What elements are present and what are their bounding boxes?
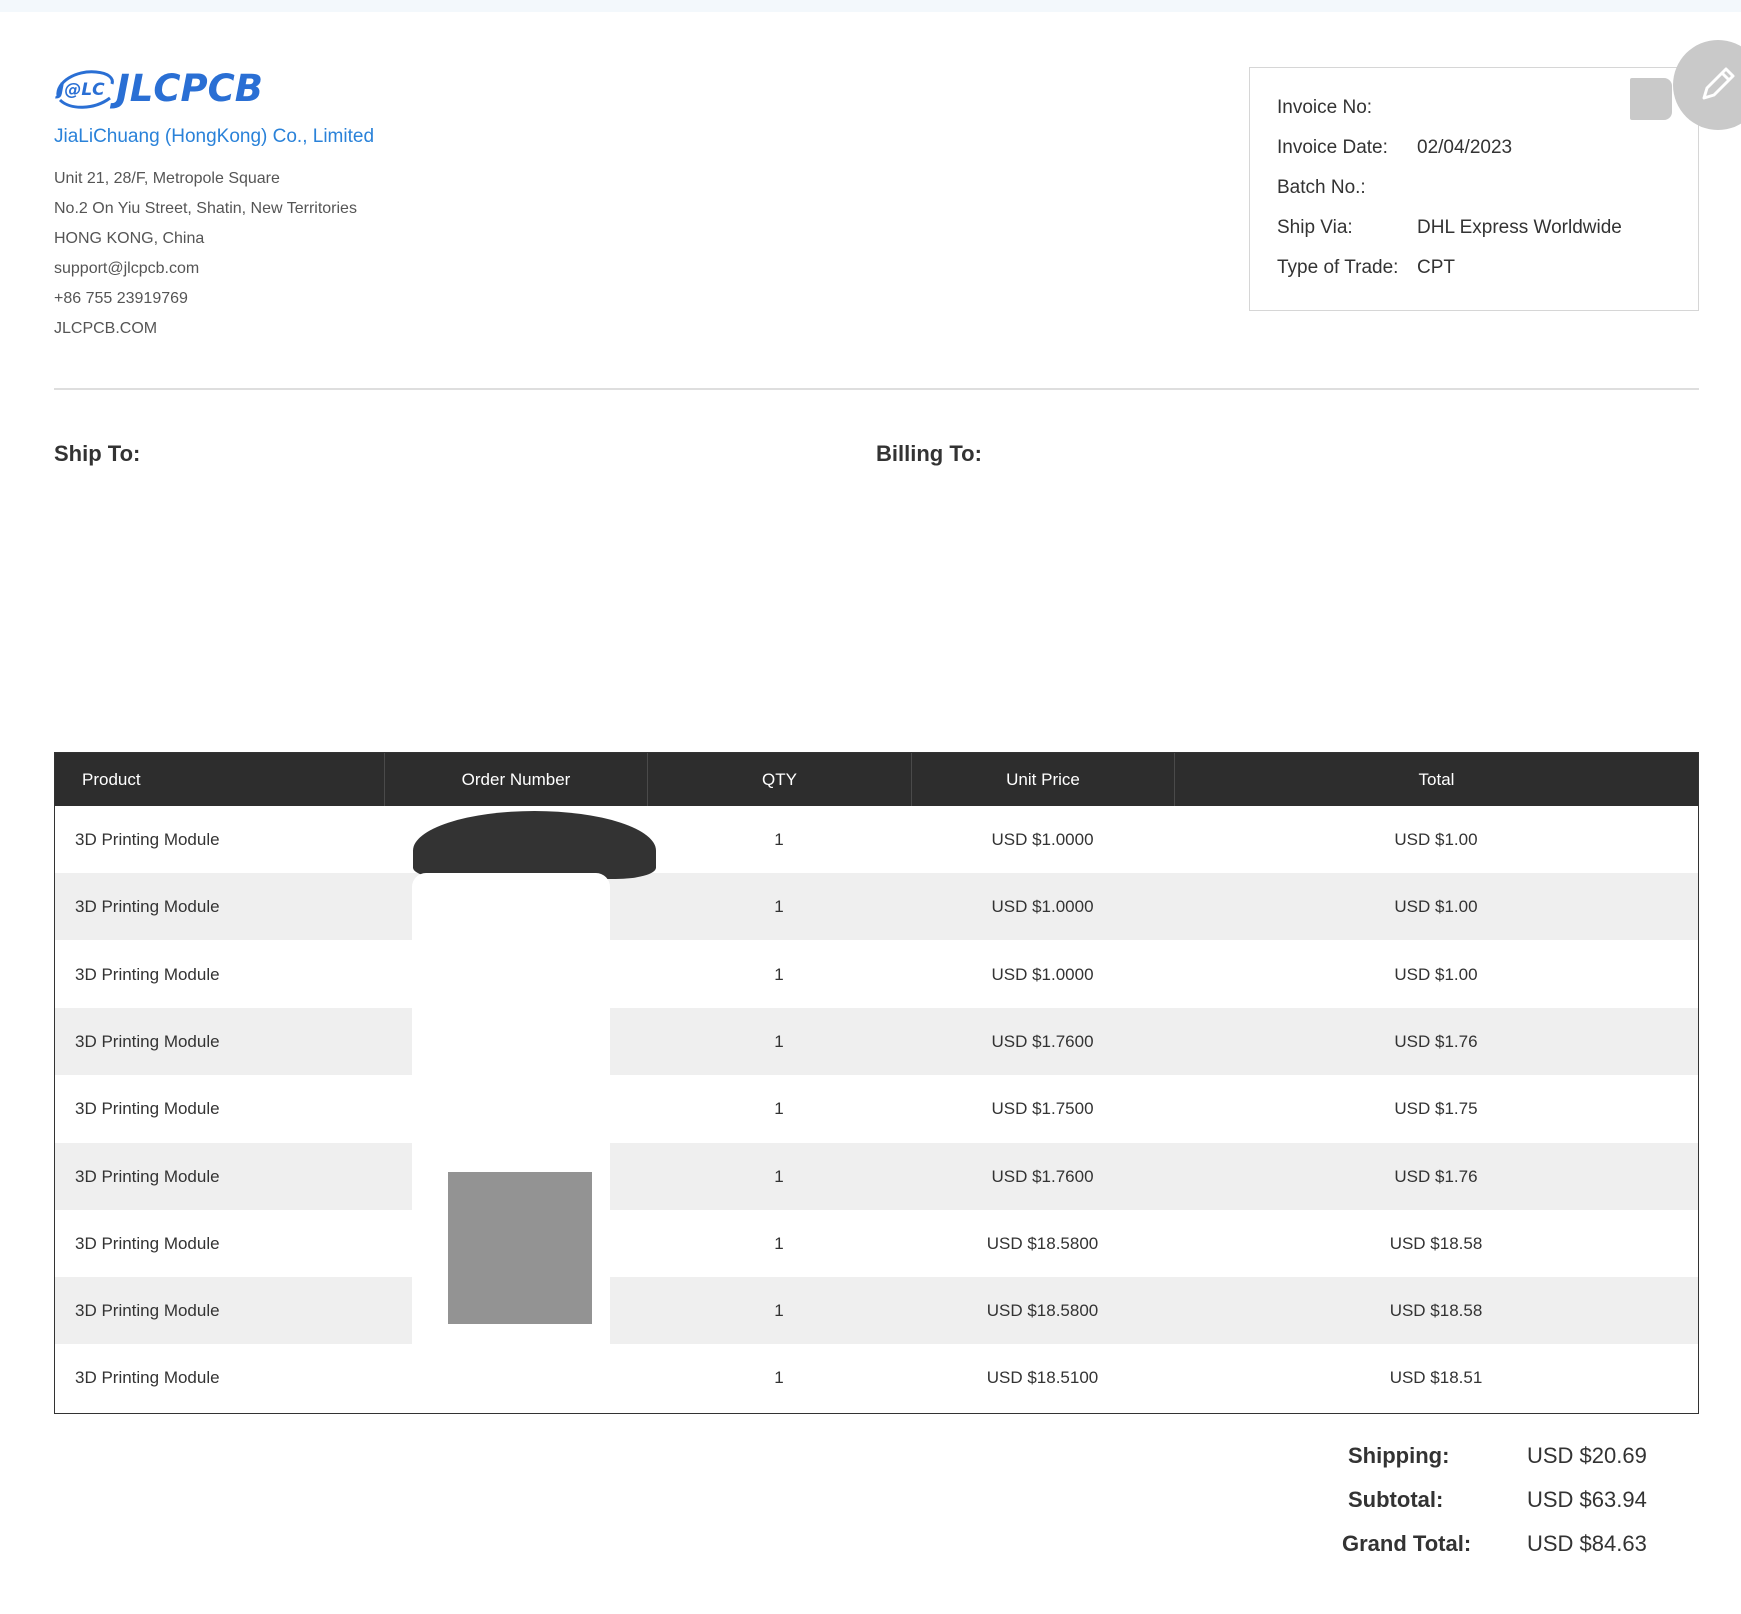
address-line: HONG KONG, China bbox=[54, 230, 205, 247]
cell-total: USD $1.00 bbox=[1394, 897, 1478, 917]
cell-product: 3D Printing Module bbox=[75, 1031, 220, 1051]
redaction-mark bbox=[448, 1172, 592, 1324]
cell-unit-price: USD $18.5800 bbox=[986, 1233, 1099, 1253]
header-total: Total bbox=[1174, 753, 1698, 806]
table-row: 3D Printing Module 1 USD $18.5800 USD $18.5… bbox=[55, 1210, 1698, 1277]
cell-unit-price: USD $18.5100 bbox=[986, 1368, 1099, 1388]
cell-qty: 1 bbox=[774, 1031, 784, 1051]
invoice-date-label: Invoice Date: bbox=[1277, 137, 1388, 158]
invoice-items-table: Product Order Number QTY Unit Price Tota… bbox=[54, 752, 1699, 1414]
table-row: 3D Printing Module 1 USD $18.5800 USD $18.5… bbox=[55, 1277, 1698, 1345]
cell-total: USD $18.51 bbox=[1389, 1368, 1483, 1388]
cell-qty: 1 bbox=[774, 1233, 784, 1253]
cell-qty: 1 bbox=[774, 1301, 784, 1321]
company-address: Unit 21, 28/F, Metropole Square No.2 On … bbox=[54, 170, 357, 350]
logo-text: JLCPCB bbox=[116, 67, 263, 110]
cell-product: 3D Printing Module bbox=[75, 897, 220, 917]
table-row: 3D Printing Module 1 USD $1.7500 USD $1.75 bbox=[55, 1075, 1698, 1142]
trade-type-value: CPT bbox=[1417, 257, 1455, 278]
cell-total: USD $1.75 bbox=[1394, 1099, 1478, 1119]
cell-total: USD $1.76 bbox=[1394, 1166, 1478, 1186]
subtotal-label: Subtotal: bbox=[1348, 1487, 1444, 1512]
pencil-icon bbox=[1702, 67, 1735, 100]
table-row: 3D Printing Module 1 USD $18.5100 USD $18.5… bbox=[55, 1344, 1698, 1411]
invoice-date-row: Invoice Date: 02/04/2023 bbox=[1277, 136, 1512, 160]
cell-unit-price: USD $1.0000 bbox=[991, 897, 1094, 917]
cell-total: USD $18.58 bbox=[1389, 1301, 1483, 1321]
table-row: 3D Printing Module 1 USD $1.0000 USD $1.00 bbox=[55, 806, 1698, 873]
header-unit-price: Unit Price bbox=[911, 753, 1174, 806]
cell-unit-price: USD $1.0000 bbox=[991, 964, 1094, 984]
billing-to-heading: Billing To: bbox=[876, 441, 982, 466]
redaction-mark bbox=[1630, 78, 1672, 120]
ship-to-heading: Ship To: bbox=[54, 441, 141, 466]
address-line: Unit 21, 28/F, Metropole Square bbox=[54, 170, 280, 187]
cell-product: 3D Printing Module bbox=[75, 1099, 220, 1119]
cell-product: 3D Printing Module bbox=[75, 830, 220, 849]
header-product: Product bbox=[82, 770, 141, 789]
cell-qty: 1 bbox=[774, 1099, 784, 1119]
top-bar bbox=[0, 0, 1741, 12]
cell-qty: 1 bbox=[774, 964, 784, 984]
table-header: Product Order Number QTY Unit Price Tota… bbox=[55, 753, 1698, 806]
shipping-label: Shipping: bbox=[1348, 1443, 1450, 1468]
invoice-no-row: Invoice No: bbox=[1277, 96, 1417, 120]
header-divider bbox=[54, 388, 1699, 390]
grand-total-value: USD $84.63 bbox=[1527, 1531, 1647, 1556]
cell-qty: 1 bbox=[774, 1166, 784, 1186]
logo-mark-icon: J@LC bbox=[54, 64, 116, 114]
header-qty: QTY bbox=[647, 753, 911, 806]
redaction-mark bbox=[412, 873, 610, 1413]
cell-total: USD $18.58 bbox=[1389, 1233, 1483, 1253]
trade-type-row: Type of Trade: CPT bbox=[1277, 256, 1455, 280]
website-link[interactable]: JLCPCB.COM bbox=[54, 320, 357, 350]
cell-product: 3D Printing Module bbox=[75, 1233, 220, 1253]
phone-number: +86 755 23919769 bbox=[54, 290, 188, 307]
cell-product: 3D Printing Module bbox=[75, 1166, 220, 1186]
table-row: 3D Printing Module 1 USD $1.0000 USD $1.00 bbox=[55, 873, 1698, 941]
ship-via-value: DHL Express Worldwide bbox=[1417, 217, 1622, 238]
grand-total-label: Grand Total: bbox=[1342, 1531, 1472, 1556]
email-link[interactable]: support@jlcpcb.com bbox=[54, 260, 357, 290]
jlcpcb-logo: J@LC JLCPCB bbox=[54, 64, 263, 114]
logo-mark-text: J@LC bbox=[55, 80, 105, 100]
cell-total: USD $1.76 bbox=[1394, 1031, 1478, 1051]
cell-product: 3D Printing Module bbox=[75, 964, 220, 984]
cell-unit-price: USD $1.0000 bbox=[991, 830, 1094, 849]
subtotal-value: USD $63.94 bbox=[1527, 1487, 1647, 1512]
table-row: 3D Printing Module 1 USD $1.7600 USD $1.76 bbox=[55, 1142, 1698, 1210]
cell-total: USD $1.00 bbox=[1394, 964, 1478, 984]
shipping-value: USD $20.69 bbox=[1527, 1443, 1647, 1468]
cell-total: USD $1.00 bbox=[1394, 830, 1478, 849]
table-row: 3D Printing Module 1 USD $1.7600 USD $1.76 bbox=[55, 1007, 1698, 1075]
invoice-no-label: Invoice No: bbox=[1277, 97, 1373, 118]
cell-unit-price: USD $1.7600 bbox=[991, 1166, 1094, 1186]
cell-qty: 1 bbox=[774, 830, 784, 849]
trade-type-label: Type of Trade: bbox=[1277, 257, 1399, 278]
cell-product: 3D Printing Module bbox=[75, 1368, 220, 1388]
address-line: No.2 On Yiu Street, Shatin, New Territor… bbox=[54, 200, 357, 217]
cell-product: 3D Printing Module bbox=[75, 1301, 220, 1321]
ship-via-row: Ship Via: DHL Express Worldwide bbox=[1277, 216, 1622, 240]
ship-via-label: Ship Via: bbox=[1277, 217, 1353, 238]
company-name: JiaLiChuang (HongKong) Co., Limited bbox=[54, 126, 375, 147]
cell-unit-price: USD $1.7600 bbox=[991, 1031, 1094, 1051]
batch-no-row: Batch No.: bbox=[1277, 176, 1417, 200]
cell-unit-price: USD $18.5800 bbox=[986, 1301, 1099, 1321]
cell-qty: 1 bbox=[774, 1368, 784, 1388]
header-order-number: Order Number bbox=[384, 753, 647, 806]
batch-no-label: Batch No.: bbox=[1277, 177, 1366, 198]
invoice-date-value: 02/04/2023 bbox=[1417, 137, 1513, 158]
cell-unit-price: USD $1.7500 bbox=[991, 1099, 1094, 1119]
cell-qty: 1 bbox=[774, 897, 784, 917]
table-row: 3D Printing Module 1 USD $1.0000 USD $1.00 bbox=[55, 941, 1698, 1008]
